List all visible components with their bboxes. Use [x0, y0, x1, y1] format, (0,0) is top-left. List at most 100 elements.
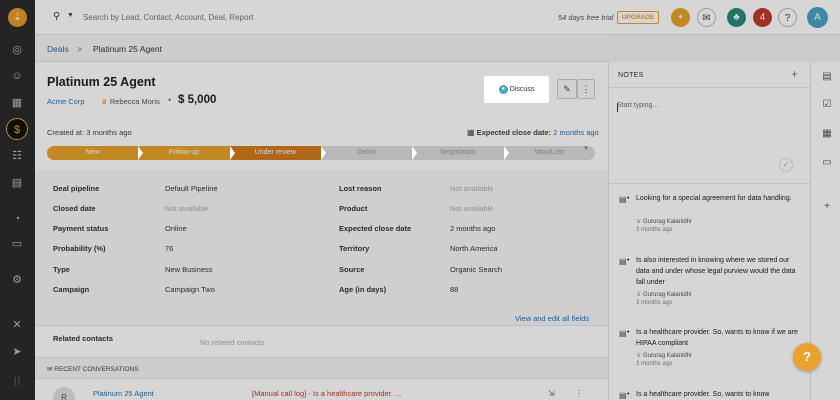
note-icon: ▤: [619, 257, 627, 266]
deal-owner-name: Rebecca Moris: [109, 97, 160, 106]
field-value: Not available: [450, 184, 494, 193]
mail-icon[interactable]: ✉: [697, 8, 716, 27]
note-icon: ▤: [619, 195, 627, 204]
field-value: Not available: [165, 204, 209, 213]
edit-icon[interactable]: ✎: [557, 79, 577, 99]
rail-add-icon[interactable]: +: [821, 201, 833, 213]
note-icon: ▤: [619, 329, 627, 338]
meetings-tab-icon[interactable]: ▦: [821, 128, 833, 140]
quick-add-button[interactable]: +: [671, 8, 690, 27]
discuss-button[interactable]: ● Discuss: [484, 76, 549, 103]
note-author: ♛ Gururag Kalanidhi: [636, 291, 691, 298]
note-author: ♛ Gururag Kalanidhi: [636, 218, 691, 225]
deal-company-link[interactable]: Acme Corp: [47, 97, 85, 106]
field-value: Not available: [450, 204, 494, 213]
deals-icon[interactable]: $: [6, 118, 28, 140]
stage-demo[interactable]: Demo: [320, 146, 418, 160]
field-label: Territory: [339, 244, 370, 253]
conversation-snippet[interactable]: [Manual call log] - Is a healthcare prov…: [252, 389, 401, 398]
close-date-link[interactable]: 2 months ago: [553, 128, 598, 137]
app-root: ⇣ ◎ ☺ ▦ $ ☷ ▤ ◔ ▭ ⚙ ✕ ➤ ⁝⁝ ⚲ ▼ 54 days f…: [0, 0, 840, 400]
calendar-icon[interactable]: ▤: [10, 176, 24, 190]
separator-dot: •: [168, 95, 172, 105]
stage-won-lost[interactable]: Won/Lost: [503, 146, 595, 160]
stage-new[interactable]: New: [47, 146, 144, 160]
accounts-icon[interactable]: ▦: [10, 96, 24, 110]
search-icon[interactable]: ⚲: [53, 11, 60, 22]
user-avatar[interactable]: A: [807, 7, 828, 28]
deal-owner[interactable]: ♛ Rebecca Moris: [101, 97, 160, 106]
stage-under-review[interactable]: Under review: [229, 146, 327, 160]
add-note-icon[interactable]: +: [791, 67, 798, 81]
stage-negotiation[interactable]: Negotiation: [412, 146, 509, 160]
recent-conversations-header: ✉ RECENT CONVERSATIONS: [35, 357, 608, 379]
author-crown-icon: ♛: [636, 292, 644, 298]
reports-icon[interactable]: ◔: [10, 212, 24, 226]
recent-heading-text: RECENT CONVERSATIONS: [54, 366, 139, 373]
notifications-badge[interactable]: 4: [753, 8, 772, 27]
global-search-input[interactable]: [83, 9, 383, 25]
field-value: Default Pipeline: [165, 184, 218, 193]
notes-panel: NOTES + ✓ ▤Looking for a special agreeme…: [608, 62, 811, 400]
conversation-title-link[interactable]: Platinum 25 Agent: [93, 389, 154, 398]
campaigns-icon[interactable]: ▭: [10, 237, 24, 251]
close-date-label: Expected close date:: [476, 128, 552, 137]
notes-title: NOTES: [618, 72, 644, 79]
note-author-name: Gururag Kalanidhi: [643, 292, 692, 298]
deal-amount: $ 5,000: [178, 94, 217, 106]
apps-icon[interactable]: ♣: [727, 8, 746, 27]
note-input[interactable]: [617, 102, 787, 142]
note-time: 3 months ago: [636, 361, 673, 367]
chevron-down-icon[interactable]: ▼: [67, 12, 74, 19]
help-button[interactable]: ?: [778, 8, 797, 27]
settings-icon[interactable]: ⚙: [10, 273, 24, 287]
dashboard-icon[interactable]: ◎: [10, 43, 24, 57]
note-text: Looking for a special agreement for data…: [627, 193, 799, 204]
more-options-icon[interactable]: ⋮: [577, 79, 595, 99]
conversations-icon[interactable]: ☷: [10, 149, 24, 163]
help-fab-button[interactable]: ?: [793, 343, 821, 371]
trial-text: 54 days free trial: [558, 13, 614, 22]
field-value: Online: [165, 224, 187, 233]
note-text: Is a healthcare provider. So, wants to k…: [627, 389, 799, 400]
breadcrumb-separator: >: [77, 44, 82, 54]
recent-conversations-title: ✉ RECENT CONVERSATIONS: [47, 366, 139, 373]
owner-crown-icon: ♛: [101, 97, 108, 106]
field-label: Deal pipeline: [53, 184, 100, 193]
created-at: Created at: 3 months ago: [47, 128, 132, 137]
notes-tab-icon[interactable]: ▤: [821, 71, 833, 83]
upgrade-button[interactable]: UPGRADE: [617, 11, 659, 24]
field-label: Expected close date: [339, 224, 412, 233]
breadcrumb-deals-link[interactable]: Deals: [47, 44, 69, 54]
tasks-tab-icon[interactable]: ☑: [821, 99, 833, 111]
conversation-row[interactable]: R Platinum 25 Agent [Manual call log] - …: [35, 379, 608, 400]
note-submit-icon[interactable]: ✓: [779, 158, 793, 172]
send-icon[interactable]: ➤: [10, 345, 24, 359]
note-time: 3 months ago: [636, 300, 673, 306]
files-tab-icon[interactable]: ▭: [821, 157, 833, 169]
field-label: Age (in days): [339, 285, 387, 294]
conversation-more-icon[interactable]: ⋮: [575, 389, 583, 398]
tools-icon[interactable]: ✕: [10, 318, 24, 332]
note-author: ♛ Gururag Kalanidhi: [636, 352, 691, 359]
notes-divider: [609, 183, 811, 184]
note-author-name: Gururag Kalanidhi: [643, 219, 692, 225]
stage-follow-up[interactable]: Follow-up: [138, 146, 236, 160]
expected-close-date: ▦ Expected close date: 2 months ago: [467, 128, 599, 137]
field-label: Type: [53, 265, 70, 274]
apps-grid-icon[interactable]: ⁝⁝: [10, 375, 24, 389]
contacts-icon[interactable]: ☺: [10, 69, 24, 83]
view-all-fields-link[interactable]: View and edit all fields: [515, 314, 589, 323]
notes-header: NOTES +: [609, 62, 811, 88]
conversation-avatar: R: [53, 387, 75, 400]
author-crown-icon: ♛: [636, 353, 644, 359]
field-value: Campaign Two: [165, 285, 215, 294]
deal-title: Platinum 25 Agent: [47, 75, 156, 89]
discuss-icon: ●: [498, 84, 508, 94]
attachment-icon[interactable]: ⇲: [548, 389, 555, 398]
stage-dropdown-icon[interactable]: ▼: [583, 146, 589, 152]
deal-panel: Platinum 25 Agent Acme Corp ♛ Rebecca Mo…: [35, 62, 608, 400]
note-time: 3 months ago: [636, 227, 673, 233]
app-logo-icon[interactable]: ⇣: [8, 8, 27, 27]
note-text: Is also interested in knowing where we s…: [627, 255, 799, 288]
